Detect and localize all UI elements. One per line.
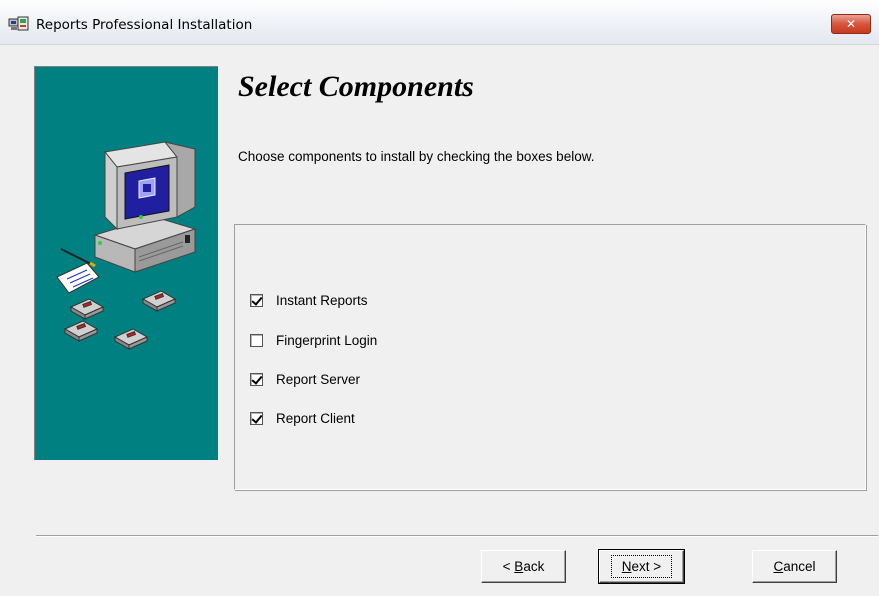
checkbox-report-server[interactable]	[250, 372, 263, 386]
instructions-text: Choose components to install by checking…	[238, 149, 595, 164]
component-report-server[interactable]: Report Server	[250, 370, 360, 388]
checkbox-instant-reports[interactable]	[250, 293, 263, 307]
component-report-client[interactable]: Report Client	[250, 409, 355, 427]
back-button[interactable]: < Back	[481, 550, 566, 583]
next-button-label: Next >	[610, 555, 673, 578]
component-label: Report Server	[276, 371, 361, 387]
cancel-button-label: Cancel	[773, 559, 816, 574]
checkbox-report-client[interactable]	[250, 411, 263, 425]
button-separator	[36, 535, 878, 537]
title-bar[interactable]: Reports Professional Installation ✕	[0, 0, 879, 45]
page-title: Select Components	[238, 70, 474, 103]
checkbox-fingerprint-login[interactable]	[250, 333, 263, 347]
close-button[interactable]: ✕	[831, 14, 871, 34]
next-button[interactable]: Next >	[598, 549, 685, 584]
component-instant-reports[interactable]: Instant Reports	[250, 291, 368, 309]
close-icon: ✕	[845, 17, 857, 31]
window-title: Reports Professional Installation	[36, 17, 253, 33]
back-button-label: < Back	[502, 559, 545, 574]
component-label: Fingerprint Login	[276, 332, 378, 348]
components-group: Instant Reports Fingerprint Login Report…	[234, 224, 866, 490]
component-fingerprint-login[interactable]: Fingerprint Login	[250, 331, 377, 349]
computer-with-floppies-illustration	[56, 141, 197, 350]
dialog-client-area: Select Components Choose components to i…	[0, 45, 879, 596]
cancel-button[interactable]: Cancel	[752, 550, 837, 583]
component-label: Report Client	[276, 410, 355, 426]
side-illustration-panel	[34, 66, 218, 460]
installer-app-icon	[8, 16, 29, 31]
component-label: Instant Reports	[276, 292, 368, 308]
